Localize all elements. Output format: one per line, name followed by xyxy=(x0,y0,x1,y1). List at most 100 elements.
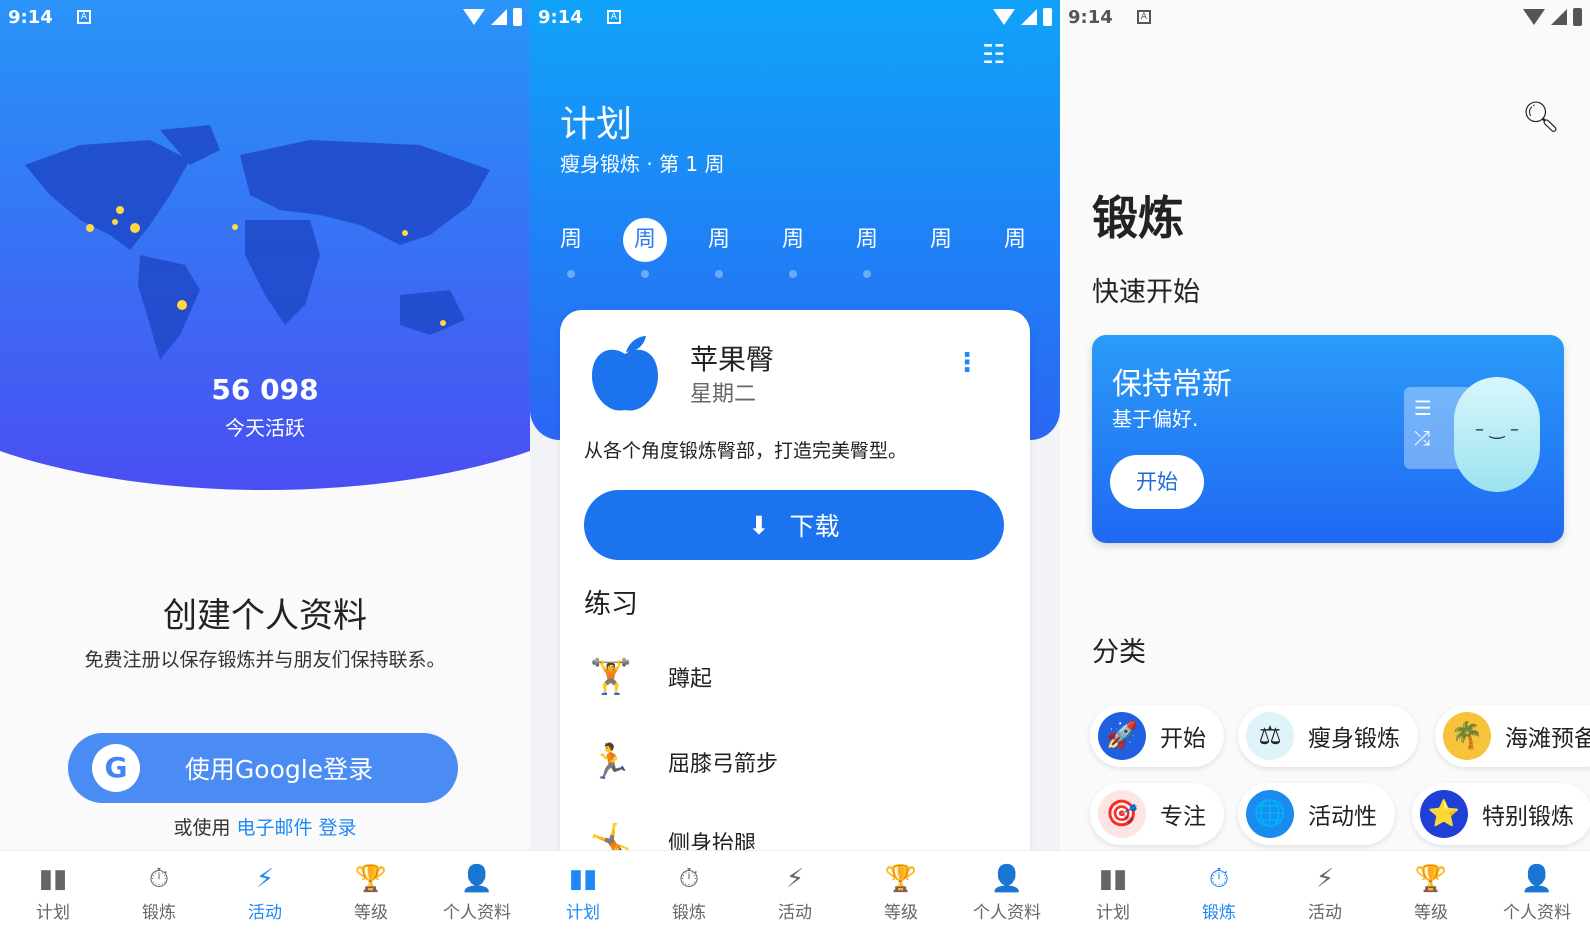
stopwatch-icon: ⏱ xyxy=(678,863,700,894)
workout-screen: 9:14 A 🔍︎ 锻炼 快速开始 保持常新 基于偏好. 开始 ☰ ⤮ – ‿ –… xyxy=(1060,0,1590,935)
promo-start-button[interactable]: 开始 xyxy=(1110,455,1204,509)
nav-workout[interactable]: ⏱ 锻炼 xyxy=(1166,851,1272,935)
day-tab[interactable]: 周 xyxy=(992,218,1038,278)
day-tab[interactable]: 周 xyxy=(770,218,816,278)
filter-settings-icon[interactable]: ☷ xyxy=(982,40,1005,70)
nav-profile[interactable]: 👤 个人资料 xyxy=(1484,851,1590,935)
exercise-item[interactable]: 🏋 蹲起 xyxy=(584,650,712,704)
wifi-icon xyxy=(463,9,485,25)
nav-activity[interactable]: ⚡ 活动 xyxy=(212,851,318,935)
day-tab-selected[interactable]: 周 xyxy=(622,218,668,278)
active-count: 56 098 xyxy=(211,373,319,406)
signal-icon xyxy=(1021,9,1037,25)
nav-plan[interactable]: ▮▮ 计划 xyxy=(530,851,636,935)
nav-levels[interactable]: 🏆 等级 xyxy=(848,851,954,935)
category-chip[interactable]: 🌐 活动性 xyxy=(1238,783,1395,845)
nav-label: 计划 xyxy=(36,902,70,923)
nav-activity[interactable]: ⚡ 活动 xyxy=(742,851,848,935)
status-bar: 9:14 A xyxy=(1060,0,1590,34)
week-day-selector: 周 周 周 周 周 周 周 xyxy=(548,218,1038,278)
nav-plan[interactable]: ▮▮ 计划 xyxy=(1060,851,1166,935)
exercise-name: 蹲起 xyxy=(668,667,713,692)
activity-screen: 9:14 A 56 098 今天活跃 创建个人资料 免费注册以保存锻炼并与朋友们… xyxy=(0,0,530,935)
nav-label: 等级 xyxy=(884,902,918,923)
wifi-icon xyxy=(993,9,1015,25)
wifi-icon xyxy=(1523,9,1545,25)
lightning-icon: ⚡ xyxy=(1315,863,1335,894)
google-sign-in-button[interactable]: G 使用Google登录 xyxy=(68,733,458,803)
nav-profile[interactable]: 👤 个人资料 xyxy=(424,851,530,935)
promo-title: 保持常新 xyxy=(1112,367,1232,402)
map-dot xyxy=(232,224,238,230)
status-time: 9:14 xyxy=(538,6,583,28)
status-time: 9:14 xyxy=(8,6,53,28)
category-chip[interactable]: 🌴 海滩预备 xyxy=(1435,705,1590,767)
category-chip[interactable]: 🎯 专注 xyxy=(1090,783,1224,845)
create-profile-title: 创建个人资料 xyxy=(163,596,367,636)
page-title: 锻炼 xyxy=(1092,191,1184,245)
quick-start-card[interactable]: 保持常新 基于偏好. 开始 ☰ ⤮ – ‿ – xyxy=(1092,335,1564,543)
bottom-nav: ▮▮ 计划 ⏱ 锻炼 ⚡ 活动 🏆 等级 👤 个人资料 xyxy=(530,850,1060,935)
nav-label: 等级 xyxy=(354,902,388,923)
nav-levels[interactable]: 🏆 等级 xyxy=(318,851,424,935)
globe-icon: 🌐 xyxy=(1246,790,1294,838)
download-button[interactable]: ⬇ 下载 xyxy=(584,490,1004,560)
nav-activity[interactable]: ⚡ 活动 xyxy=(1272,851,1378,935)
map-africa xyxy=(245,220,320,325)
category-label: 活动性 xyxy=(1308,804,1377,830)
nav-label: 计划 xyxy=(566,902,600,923)
exercise-name: 屈膝弓箭步 xyxy=(668,752,779,777)
nav-plan[interactable]: ▮▮ 计划 xyxy=(0,851,106,935)
quick-start-heading: 快速开始 xyxy=(1092,277,1200,308)
day-label: 周 xyxy=(623,218,667,262)
lightning-icon: ⚡ xyxy=(785,863,805,894)
nav-label: 活动 xyxy=(1308,902,1342,923)
palm-tree-icon: 🌴 xyxy=(1443,712,1491,760)
day-tab[interactable]: 周 xyxy=(548,218,594,278)
person-icon: 👤 xyxy=(460,863,494,894)
google-logo-icon: G xyxy=(92,744,140,792)
day-label: 周 xyxy=(707,227,730,252)
day-tab[interactable]: 周 xyxy=(696,218,742,278)
map-north-america xyxy=(25,140,190,250)
day-dot xyxy=(789,270,797,278)
category-label: 瘦身锻炼 xyxy=(1308,726,1400,752)
nav-profile[interactable]: 👤 个人资料 xyxy=(954,851,1060,935)
create-profile-subtitle: 免费注册以保存锻炼并与朋友们保持联系。 xyxy=(84,649,446,671)
rocket-icon: 🚀 xyxy=(1098,712,1146,760)
download-icon: ⬇ xyxy=(748,510,770,540)
category-chip[interactable]: ⭐ 特别锻炼 xyxy=(1412,783,1590,845)
exercise-figure-icon: 🏋 xyxy=(589,657,633,697)
more-options-icon[interactable]: ⋮ xyxy=(954,348,980,378)
stopwatch-icon: ⏱ xyxy=(1208,863,1230,894)
exercise-figure-icon: 🏃 xyxy=(589,742,633,782)
nav-levels[interactable]: 🏆 等级 xyxy=(1378,851,1484,935)
map-dot xyxy=(440,320,446,326)
category-label: 开始 xyxy=(1160,726,1206,752)
star-icon: ⭐ xyxy=(1420,790,1468,838)
active-count-label: 今天活跃 xyxy=(225,416,305,440)
nav-workout[interactable]: ⏱ 锻炼 xyxy=(106,851,212,935)
download-label: 下载 xyxy=(789,512,840,541)
status-bar: 9:14 A xyxy=(530,0,1060,34)
map-dot xyxy=(402,230,408,236)
signal-icon xyxy=(491,9,507,25)
nav-workout[interactable]: ⏱ 锻炼 xyxy=(636,851,742,935)
category-chip[interactable]: ⚖ 瘦身锻炼 xyxy=(1238,705,1418,767)
person-icon: 👤 xyxy=(990,863,1024,894)
map-australia xyxy=(400,290,465,335)
search-icon[interactable]: 🔍︎ xyxy=(1522,100,1560,135)
day-dot xyxy=(567,270,575,278)
scale-icon: ⚖ xyxy=(1246,712,1294,760)
trophy-icon: 🏆 xyxy=(354,863,388,894)
nav-label: 计划 xyxy=(1096,902,1130,923)
email-sign-in-link[interactable]: 电子邮件 登录 xyxy=(237,817,357,839)
bottom-nav: ▮▮ 计划 ⏱ 锻炼 ⚡ 活动 🏆 等级 👤 个人资料 xyxy=(0,850,530,935)
day-label: 周 xyxy=(781,227,804,252)
day-tab[interactable]: 周 xyxy=(918,218,964,278)
category-chip[interactable]: 🚀 开始 xyxy=(1090,705,1224,767)
category-label: 特别锻炼 xyxy=(1482,804,1574,830)
promo-subtitle: 基于偏好. xyxy=(1112,407,1199,431)
exercise-item[interactable]: 🏃 屈膝弓箭步 xyxy=(584,735,778,789)
day-tab[interactable]: 周 xyxy=(844,218,890,278)
